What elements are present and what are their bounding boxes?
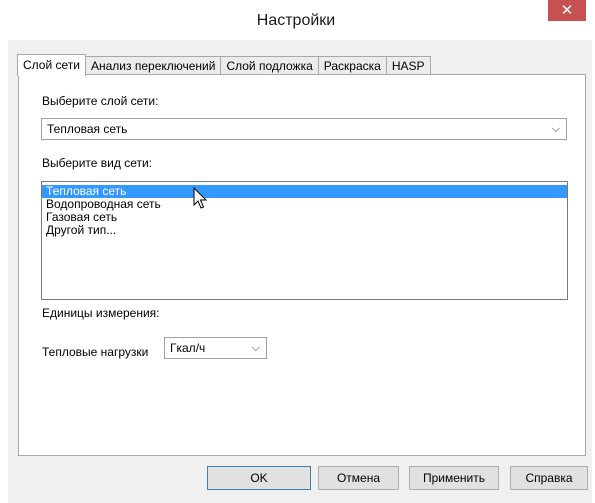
layer-select-label: Выберите слой сети: (42, 94, 159, 108)
layer-select[interactable]: Тепловая сеть ⌵ (41, 118, 567, 140)
window-title: Настройки (256, 12, 336, 29)
heat-load-label: Тепловые нагрузки (42, 345, 149, 359)
network-type-list[interactable]: Тепловая сеть Водопроводная сеть Газовая… (41, 181, 568, 300)
close-button[interactable]: ✕ (548, 0, 586, 21)
chevron-down-icon: ⌵ (251, 342, 260, 354)
tab-network-layer[interactable]: Слой сети (17, 54, 86, 76)
ok-button[interactable]: OK (207, 466, 311, 490)
list-item[interactable]: Другой тип... (42, 224, 567, 237)
cancel-button[interactable]: Отмена (318, 466, 399, 490)
mouse-cursor-icon (193, 187, 208, 209)
tab-hasp[interactable]: HASP (385, 56, 431, 76)
close-icon: ✕ (560, 2, 574, 19)
tab-coloring[interactable]: Раскраска (317, 56, 387, 76)
tab-background-layer[interactable]: Слой подложка (220, 56, 319, 76)
layer-select-value: Тепловая сеть (47, 122, 128, 136)
list-item[interactable]: Водопроводная сеть (42, 198, 567, 211)
network-type-label: Выберите вид сети: (42, 156, 153, 170)
apply-button[interactable]: Применить (409, 466, 499, 490)
help-button[interactable]: Справка (510, 466, 588, 490)
heat-load-units-select[interactable]: Гкал/ч ⌵ (164, 337, 267, 359)
chevron-down-icon: ⌵ (551, 123, 560, 135)
heat-load-units-value: Гкал/ч (170, 341, 206, 355)
title-bar: Настройки ✕ (0, 0, 592, 40)
tab-bar: Слой сети Анализ переключений Слой подло… (17, 54, 431, 76)
tab-switching-analysis[interactable]: Анализ переключений (85, 56, 222, 76)
units-label: Единицы измерения: (42, 306, 160, 320)
list-item[interactable]: Газовая сеть (42, 211, 567, 224)
